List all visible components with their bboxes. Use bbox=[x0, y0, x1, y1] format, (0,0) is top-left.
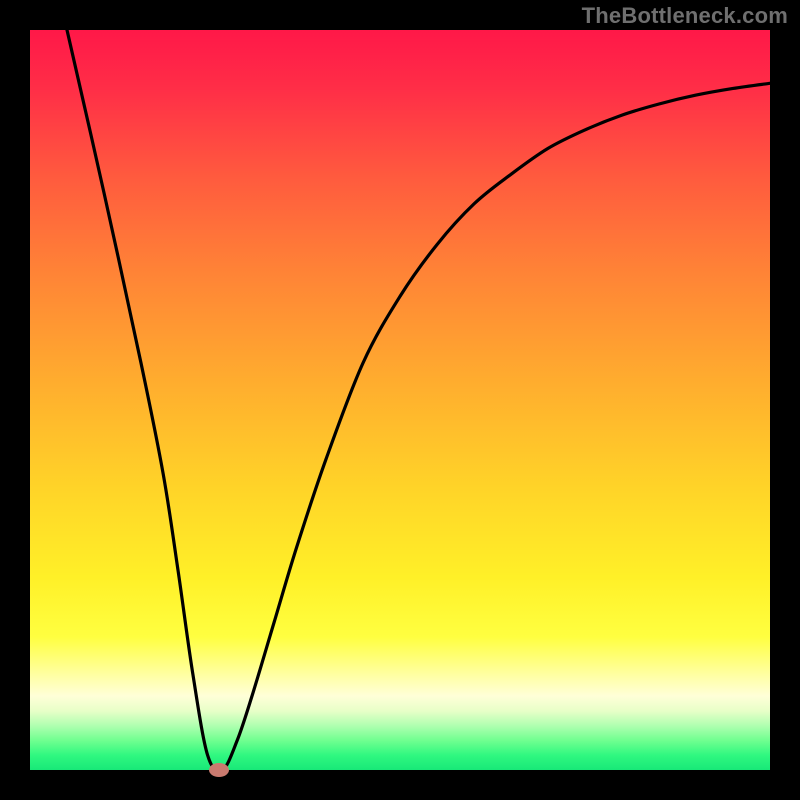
minimum-marker bbox=[209, 763, 229, 777]
bottleneck-curve bbox=[67, 30, 770, 770]
watermark-text: TheBottleneck.com bbox=[582, 3, 788, 29]
plot-area bbox=[30, 30, 770, 770]
curve-svg bbox=[30, 30, 770, 770]
chart-frame: { "watermark": "TheBottleneck.com", "col… bbox=[0, 0, 800, 800]
